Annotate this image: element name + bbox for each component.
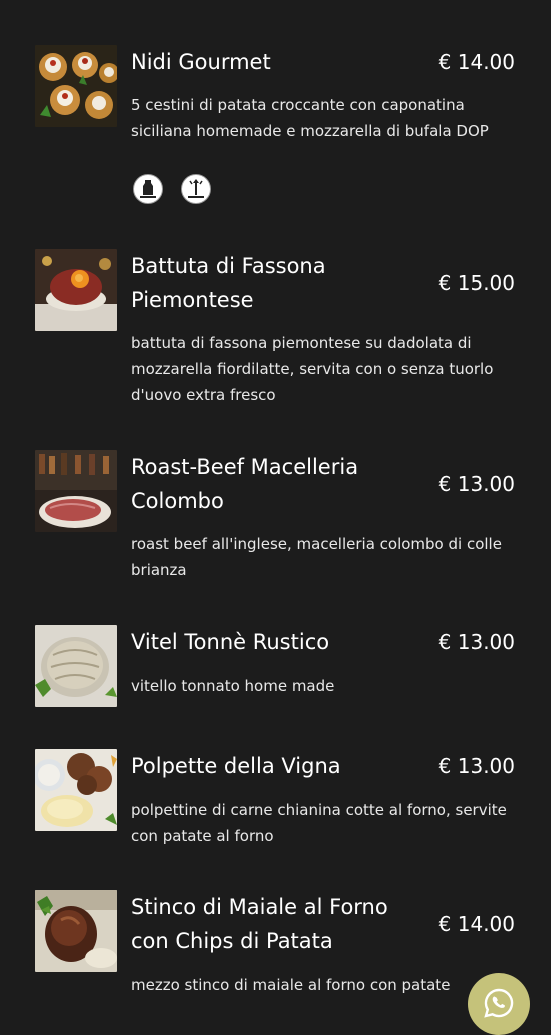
whatsapp-button[interactable] [468, 973, 530, 1035]
item-title: Battuta di Fassona Piemontese [131, 254, 326, 312]
item-title: Roast-Beef Macelleria Colombo [131, 455, 359, 513]
item-price: € 15.00 [438, 271, 515, 295]
dish-photo [35, 249, 117, 331]
item-price: € 14.00 [438, 50, 515, 74]
item-price: € 13.00 [438, 630, 515, 654]
item-description: 5 cestini di patata croccante con capona… [131, 96, 489, 140]
item-title: Vitel Tonnè Rustico [131, 630, 330, 654]
dish-photo [35, 625, 117, 707]
item-description: vitello tonnato home made [131, 677, 335, 695]
dish-photo [35, 45, 117, 127]
item-description: roast beef all'inglese, macelleria colom… [131, 535, 502, 579]
item-description: mezzo stinco di maiale al forno con pata… [131, 976, 451, 994]
dish-photo [35, 450, 117, 532]
item-title: Nidi Gourmet [131, 50, 271, 74]
lactose-icon [133, 174, 163, 204]
item-description: battuta di fassona piemontese su dadolat… [131, 334, 494, 404]
item-price: € 14.00 [438, 912, 515, 936]
item-price: € 13.00 [438, 754, 515, 778]
celery-icon [181, 174, 211, 204]
item-description: polpettine di carne chianina cotte al fo… [131, 801, 507, 845]
whatsapp-icon [484, 988, 514, 1018]
dish-photo [35, 749, 117, 831]
item-title: Stinco di Maiale al Forno con Chips di P… [131, 895, 388, 953]
item-price: € 13.00 [438, 472, 515, 496]
dish-photo [35, 890, 117, 972]
item-title: Polpette della Vigna [131, 754, 341, 778]
